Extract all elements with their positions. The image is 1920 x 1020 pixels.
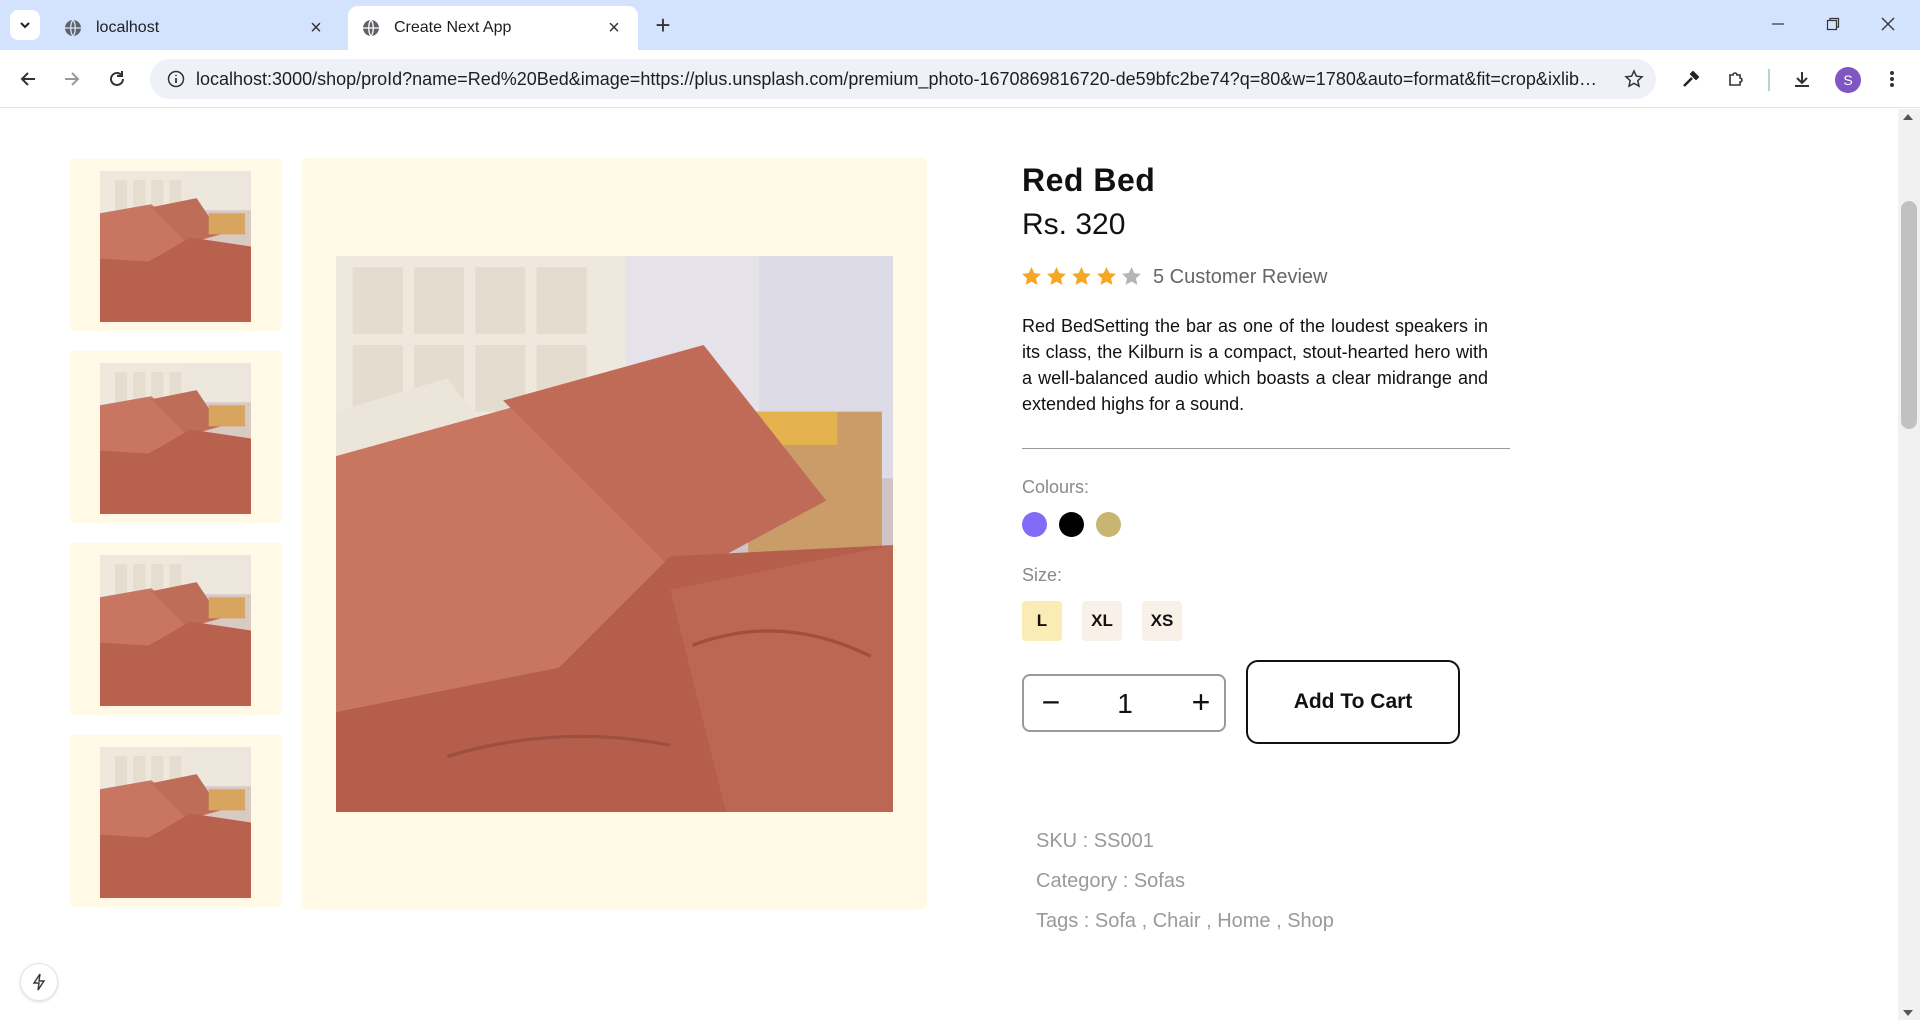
- scroll-down-arrow-icon[interactable]: [1903, 1010, 1913, 1016]
- product-description: Red BedSetting the bar as one of the lou…: [1022, 316, 1488, 414]
- bed-main-image: [336, 256, 893, 812]
- product-thumbnail[interactable]: [70, 351, 282, 523]
- url-text[interactable]: localhost:3000/shop/proId?name=Red%20Bed…: [196, 69, 1612, 90]
- size-option-xs[interactable]: XS: [1142, 601, 1182, 641]
- bed-thumbnail-image: [100, 747, 251, 898]
- star-icon: [1122, 267, 1141, 285]
- colour-swatch-purple[interactable]: [1022, 512, 1047, 537]
- tab-search-button[interactable]: [10, 10, 40, 40]
- close-icon: [1881, 17, 1895, 31]
- tab-title: Create Next App: [394, 19, 512, 36]
- close-window-button[interactable]: [1868, 8, 1908, 40]
- minimize-button[interactable]: [1758, 8, 1798, 40]
- arrow-right-icon: [65, 72, 80, 86]
- profile-avatar[interactable]: S: [1835, 67, 1861, 93]
- scrollbar-thumb[interactable]: [1901, 201, 1917, 429]
- browser-menu-button[interactable]: [1876, 63, 1908, 95]
- scroll-up-arrow-icon[interactable]: [1903, 114, 1913, 120]
- bed-thumbnail-image: [100, 171, 251, 322]
- reload-icon: [110, 71, 124, 86]
- downloads-button[interactable]: [1786, 63, 1818, 95]
- close-icon[interactable]: ×: [306, 17, 326, 39]
- colour-swatch-black[interactable]: [1059, 512, 1084, 537]
- tab-title: localhost: [96, 19, 160, 36]
- product-title: Red Bed: [1022, 162, 1156, 198]
- close-icon[interactable]: ×: [604, 17, 624, 39]
- lightning-icon: [32, 973, 46, 991]
- add-to-cart-button[interactable]: Add To Cart: [1246, 660, 1460, 744]
- star-icon: [1047, 267, 1066, 285]
- browser-tab-bar: localhost × Create Next App × +: [0, 0, 1920, 50]
- size-option-xl[interactable]: XL: [1082, 601, 1122, 641]
- browser-toolbar: localhost:3000/shop/proId?name=Red%20Bed…: [0, 50, 1920, 108]
- forward-button[interactable]: [56, 63, 88, 95]
- more-vertical-icon: [1890, 71, 1894, 87]
- tab-create-next-app[interactable]: Create Next App ×: [348, 6, 638, 50]
- next-dev-tools-button[interactable]: [20, 963, 58, 1001]
- product-tags: Tags : Sofa , Chair , Home , Shop: [1036, 910, 1334, 932]
- globe-icon: [363, 19, 379, 37]
- extensions-button[interactable]: [1720, 63, 1752, 95]
- chevron-down-icon: [20, 22, 30, 29]
- site-info-icon[interactable]: [156, 70, 196, 88]
- product-price: Rs. 320: [1022, 208, 1126, 241]
- quantity-value[interactable]: 1: [1110, 688, 1140, 720]
- quantity-decrease-button[interactable]: −: [1036, 684, 1066, 720]
- section-divider: [1022, 448, 1510, 449]
- bookmark-star-icon[interactable]: [1612, 69, 1656, 89]
- star-icon: [1097, 267, 1116, 285]
- download-icon: [1795, 72, 1809, 87]
- product-thumbnail[interactable]: [70, 735, 282, 907]
- product-category: Category : Sofas: [1036, 870, 1185, 892]
- eyedropper-extension-button[interactable]: [1675, 63, 1707, 95]
- eyedropper-icon: [1683, 70, 1700, 87]
- restore-icon: [1826, 17, 1840, 31]
- bed-thumbnail-image: [100, 363, 251, 514]
- toolbar-divider: [1768, 69, 1770, 91]
- size-option-l[interactable]: L: [1022, 601, 1062, 641]
- minimize-icon: [1772, 23, 1784, 25]
- size-label: Size:: [1022, 565, 1063, 585]
- star-icon: [1022, 267, 1041, 285]
- main-product-image-card: [302, 158, 927, 909]
- globe-icon: [65, 19, 81, 37]
- quantity-increase-button[interactable]: +: [1186, 684, 1216, 720]
- puzzle-icon: [1729, 72, 1743, 86]
- reload-button[interactable]: [101, 63, 133, 95]
- product-sku: SKU : SS001: [1036, 830, 1154, 852]
- arrow-left-icon: [20, 72, 35, 86]
- customer-review-count[interactable]: 5 Customer Review: [1153, 266, 1328, 289]
- avatar-initial: S: [1843, 72, 1853, 88]
- product-thumbnail[interactable]: [70, 543, 282, 715]
- back-button[interactable]: [12, 63, 44, 95]
- rating-stars: [1021, 266, 1142, 287]
- star-icon: [1072, 267, 1091, 285]
- tab-localhost[interactable]: localhost ×: [50, 6, 340, 50]
- colours-label: Colours:: [1022, 477, 1090, 497]
- colour-swatch-gold[interactable]: [1096, 512, 1121, 537]
- restore-button[interactable]: [1813, 8, 1853, 40]
- product-page: Red Bed Rs. 320 5 Customer Review Red Be…: [0, 109, 1898, 1020]
- address-bar[interactable]: localhost:3000/shop/proId?name=Red%20Bed…: [150, 59, 1656, 99]
- quantity-stepper: − 1 +: [1022, 674, 1226, 732]
- new-tab-button[interactable]: +: [650, 12, 676, 38]
- product-thumbnail[interactable]: [70, 159, 282, 331]
- bed-thumbnail-image: [100, 555, 251, 706]
